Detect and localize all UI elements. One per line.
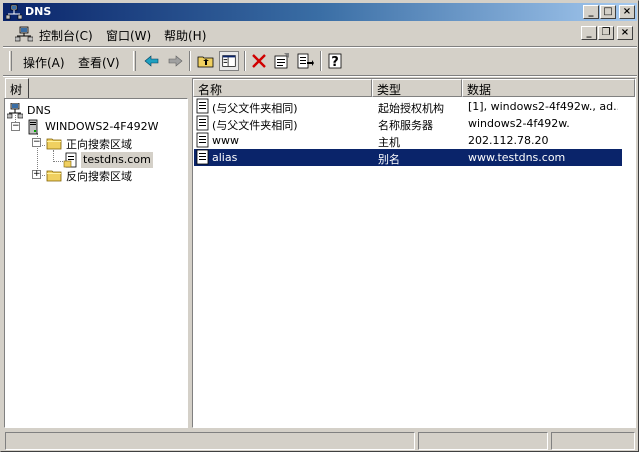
- record-data: windows2-4f492w.: [468, 117, 570, 130]
- toolbar-separator: [189, 51, 191, 71]
- toolbar: 操作(A) 查看(V) ?: [3, 48, 637, 74]
- dns-window: DNS _ □ × 控制台(C) 窗口(W) 帮助(H) _ ❐ × 操作(A)…: [0, 0, 639, 452]
- records-list-pane[interactable]: 名称 类型 数据 (与父文件夹相同) 起始授权机构 [1], windows2-…: [192, 78, 636, 428]
- action-menu-button[interactable]: 操作(A): [23, 54, 65, 71]
- record-type: 名称服务器: [378, 119, 433, 132]
- record-data: [1], windows2-4f492w., ad...: [468, 100, 618, 113]
- status-bar: [3, 431, 637, 451]
- window-title: DNS: [25, 5, 52, 18]
- record-icon: [196, 132, 209, 148]
- back-arrow-icon[interactable]: [142, 51, 162, 71]
- record-type: 主机: [378, 136, 400, 149]
- minimize-button[interactable]: _: [583, 5, 599, 19]
- help-icon[interactable]: ?: [326, 51, 346, 71]
- folder-icon: [46, 138, 62, 150]
- title-bar[interactable]: DNS _ □ ×: [3, 3, 637, 21]
- tree-node-testdns-zone[interactable]: testdns.com: [63, 152, 173, 168]
- mdi-restore-button[interactable]: ❐: [598, 26, 614, 40]
- tree-connector: [53, 161, 63, 162]
- table-row[interactable]: www 主机 202.112.78.20: [194, 132, 622, 149]
- export-list-icon[interactable]: [295, 51, 315, 71]
- tree-node-label: 正向搜索区域: [66, 138, 132, 151]
- column-header-name[interactable]: 名称: [193, 79, 372, 97]
- mdi-close-button[interactable]: ×: [617, 26, 633, 40]
- menu-window[interactable]: 窗口(W): [106, 27, 151, 44]
- tree-node-label: testdns.com: [81, 152, 153, 168]
- collapse-toggle[interactable]: −: [11, 122, 20, 131]
- menu-help[interactable]: 帮助(H): [164, 27, 206, 44]
- status-cell-tertiary: [551, 432, 635, 450]
- tree-pane[interactable]: DNS − WINDOWS2-4F492W − 正向搜索区域 testdns.c…: [4, 98, 188, 428]
- column-header-data[interactable]: 数据: [462, 79, 635, 97]
- toolbar-grip-2[interactable]: [133, 51, 136, 71]
- record-name: alias: [212, 151, 238, 164]
- toolbar-separator: [320, 51, 322, 71]
- tree-node-label: WINDOWS2-4F492W: [45, 120, 159, 133]
- record-icon: [196, 98, 209, 114]
- record-data: 202.112.78.20: [468, 134, 549, 147]
- svg-text:?: ?: [331, 55, 339, 70]
- table-row[interactable]: (与父文件夹相同) 起始授权机构 [1], windows2-4f492w., …: [194, 98, 622, 115]
- delete-icon[interactable]: [249, 51, 269, 71]
- forward-arrow-icon[interactable]: [165, 51, 185, 71]
- zone-file-icon: [63, 152, 77, 168]
- tree-node-dns[interactable]: DNS: [7, 103, 177, 119]
- record-name: (与父文件夹相同): [212, 102, 298, 115]
- console-icon: [15, 26, 33, 42]
- maximize-button[interactable]: □: [600, 5, 616, 19]
- dns-server-icon: [7, 103, 23, 119]
- dns-app-icon: [6, 4, 22, 20]
- collapse-toggle[interactable]: −: [32, 138, 41, 147]
- column-header-type[interactable]: 类型: [372, 79, 462, 97]
- close-button[interactable]: ×: [619, 5, 635, 19]
- table-row-selected[interactable]: alias 别名 www.testdns.com: [194, 149, 622, 166]
- record-type: 别名: [378, 153, 400, 166]
- status-cell-secondary: [418, 432, 548, 450]
- toolbar-separator: [244, 51, 246, 71]
- record-name: www: [212, 134, 239, 147]
- view-menu-button[interactable]: 查看(V): [78, 54, 120, 71]
- tree-node-label: 反向搜索区域: [66, 170, 132, 183]
- expand-toggle[interactable]: +: [32, 170, 41, 179]
- record-name: (与父文件夹相同): [212, 119, 298, 132]
- toolbar-grip[interactable]: [9, 51, 12, 71]
- folder-icon: [46, 170, 62, 182]
- tree-node-forward-zones[interactable]: − 正向搜索区域: [32, 135, 182, 151]
- toolbar-separator-line: [3, 75, 637, 77]
- tree-node-server[interactable]: − WINDOWS2-4F492W: [11, 119, 181, 135]
- record-icon: [196, 149, 209, 165]
- up-folder-icon[interactable]: [196, 51, 216, 71]
- mdi-minimize-button[interactable]: _: [581, 26, 597, 40]
- status-cell-main: [5, 432, 415, 450]
- record-type: 起始授权机构: [378, 102, 444, 115]
- show-hide-tree-icon[interactable]: [219, 51, 239, 71]
- menu-bar: 控制台(C) 窗口(W) 帮助(H) _ ❐ ×: [3, 23, 637, 45]
- properties-icon[interactable]: [272, 51, 292, 71]
- table-row[interactable]: (与父文件夹相同) 名称服务器 windows2-4f492w.: [194, 115, 622, 132]
- menu-console[interactable]: 控制台(C): [39, 27, 93, 44]
- record-data: www.testdns.com: [468, 151, 566, 164]
- tree-node-label: DNS: [27, 104, 51, 117]
- record-icon: [196, 115, 209, 131]
- server-tower-icon: [28, 119, 38, 135]
- tab-tree[interactable]: 树: [5, 78, 29, 98]
- tree-node-reverse-zones[interactable]: + 反向搜索区域: [32, 167, 182, 183]
